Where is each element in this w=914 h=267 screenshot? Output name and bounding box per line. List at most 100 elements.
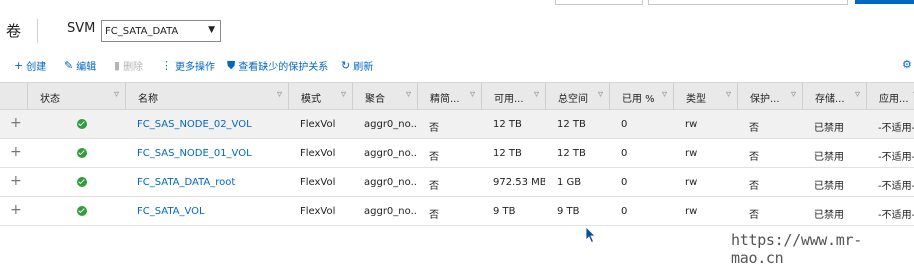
col-mode-label: 模式: [301, 94, 321, 105]
col-status[interactable]: 状态 ▿: [27, 83, 125, 109]
protect-label: 查看缺少的保护关系: [238, 62, 329, 73]
col-used-label: 已用 %: [622, 94, 655, 105]
col-type-label: 类型: [686, 94, 706, 105]
available-value: 12 TB: [493, 148, 522, 159]
total-value: 12 TB: [557, 148, 586, 159]
refresh-label: 刷新: [353, 62, 374, 73]
top-field-1[interactable]: [555, 0, 643, 5]
more-actions-button[interactable]: ⋮ 更多操作: [161, 58, 215, 74]
col-aggregate-label: 聚合: [365, 94, 385, 105]
storage-value: 已禁用: [814, 123, 844, 134]
top-action-button[interactable]: [855, 0, 914, 4]
dropdown-arrow-icon: ▼: [208, 25, 215, 35]
volume-name-link[interactable]: FC_SAS_NODE_01_VOL: [137, 148, 252, 159]
table-row[interactable]: + FC_SATA_VOL FlexVol aggr0_no... 否 9 TB…: [0, 197, 914, 226]
col-application-label: 应用...: [879, 94, 909, 105]
col-type[interactable]: 类型 ▿: [673, 83, 737, 109]
table-row[interactable]: + FC_SATA_DATA_root FlexVol aggr0_no... …: [0, 168, 914, 197]
col-protection[interactable]: 保护... ▿: [737, 83, 802, 109]
volume-name-link[interactable]: FC_SATA_DATA_root: [137, 177, 235, 188]
col-available[interactable]: 可用... ▿: [481, 83, 545, 109]
shield-icon: ⛊: [227, 58, 236, 72]
col-protection-label: 保护...: [750, 94, 780, 105]
gear-icon[interactable]: ⚙: [902, 58, 912, 71]
application-value: -不适用-: [878, 152, 914, 163]
more-vertical-icon: ⋮: [161, 58, 172, 72]
pencil-icon: ✎: [64, 58, 74, 72]
filter-icon[interactable]: ▿: [277, 89, 282, 100]
svm-selected-value: FC_SATA_DATA: [105, 26, 179, 37]
col-storage[interactable]: 存储... ▿: [802, 83, 866, 109]
col-application[interactable]: 应用...▿: [866, 83, 914, 109]
aggregate-value: aggr0_no...: [364, 119, 417, 130]
mode-value: FlexVol: [300, 206, 336, 217]
table-row[interactable]: + FC_SAS_NODE_02_VOL FlexVol aggr0_no...…: [0, 110, 914, 139]
filter-icon[interactable]: ▿: [726, 89, 731, 100]
aggregate-value: aggr0_no...: [364, 148, 417, 159]
available-value: 9 TB: [493, 206, 516, 217]
expand-icon[interactable]: +: [10, 173, 22, 189]
storage-value: 已禁用: [814, 152, 844, 163]
divider: [37, 19, 38, 43]
delete-button[interactable]: ▮ 删除: [114, 58, 143, 74]
aggregate-value: aggr0_no...: [364, 206, 417, 217]
filter-icon[interactable]: ▿: [598, 89, 603, 100]
col-total[interactable]: 总空间 ▿: [545, 83, 609, 109]
col-thin[interactable]: 精简... ▿: [417, 83, 481, 109]
col-total-label: 总空间: [558, 94, 588, 105]
top-bar: [0, 0, 914, 6]
plus-icon: +: [14, 58, 24, 72]
filter-icon[interactable]: ▿: [406, 89, 411, 100]
view-protection-button[interactable]: ⛊ 查看缺少的保护关系: [227, 58, 329, 74]
type-value: rw: [685, 119, 698, 130]
expand-icon[interactable]: +: [10, 202, 22, 218]
svm-select[interactable]: FC_SATA_DATA ▼: [101, 20, 221, 42]
watermark-text: https://www.mr-mao.cn: [731, 231, 862, 267]
toolbar: + 创建 ✎ 编辑 ▮ 删除 ⋮ 更多操作 ⛊ 查看缺少的保护关系 ↻ 刷新 ⚙: [0, 54, 914, 76]
thin-value: 否: [429, 152, 439, 163]
application-value: -不适用-: [878, 210, 914, 221]
table-header: 状态 ▿ 名称 ▿ 模式 ▿ 聚合 ▿ 精简... ▿ 可用... ▿ 总空间 ▿ 已用 % ▿…: [0, 82, 914, 110]
mode-value: FlexVol: [300, 148, 336, 159]
col-mode[interactable]: 模式 ▿: [288, 83, 352, 109]
edit-label: 编辑: [76, 62, 97, 73]
create-label: 创建: [26, 62, 47, 73]
top-search-field[interactable]: [648, 0, 848, 5]
used-value: 0: [621, 206, 628, 217]
col-aggregate[interactable]: 聚合 ▿: [352, 83, 417, 109]
expand-icon[interactable]: +: [10, 115, 22, 131]
filter-icon[interactable]: ▿: [470, 89, 475, 100]
filter-icon[interactable]: ▿: [534, 89, 539, 100]
total-value: 9 TB: [557, 206, 580, 217]
expand-icon[interactable]: +: [10, 144, 22, 160]
application-value: -不适用-: [878, 123, 914, 134]
thin-value: 否: [429, 181, 439, 192]
col-thin-label: 精简...: [430, 94, 460, 105]
filter-icon[interactable]: ▿: [791, 89, 796, 100]
total-value: 12 TB: [557, 119, 586, 130]
thin-value: 否: [429, 123, 439, 134]
filter-icon[interactable]: ▿: [341, 89, 346, 100]
create-button[interactable]: + 创建: [14, 58, 47, 74]
col-used-percent[interactable]: 已用 % ▿: [609, 83, 673, 109]
total-value: 1 GB: [557, 177, 582, 188]
volume-name-link[interactable]: FC_SAS_NODE_02_VOL: [137, 119, 252, 130]
col-name-label: 名称: [138, 94, 158, 105]
protection-value: 否: [749, 210, 759, 221]
table-row[interactable]: + FC_SAS_NODE_01_VOL FlexVol aggr0_no...…: [0, 139, 914, 168]
filter-icon[interactable]: ▿: [114, 89, 119, 100]
filter-icon[interactable]: ▿: [855, 89, 860, 100]
volume-name-link[interactable]: FC_SATA_VOL: [137, 206, 205, 217]
refresh-button[interactable]: ↻ 刷新: [341, 58, 374, 74]
col-status-label: 状态: [40, 94, 60, 105]
status-ok-icon: [77, 148, 87, 158]
aggregate-value: aggr0_no...: [364, 177, 417, 188]
edit-button[interactable]: ✎ 编辑: [64, 58, 97, 74]
filter-icon[interactable]: ▿: [662, 89, 667, 100]
application-value: -不适用-: [878, 181, 914, 192]
col-storage-label: 存储...: [815, 94, 845, 105]
status-ok-icon: [77, 119, 87, 129]
storage-value: 已禁用: [814, 210, 844, 221]
mode-value: FlexVol: [300, 119, 336, 130]
col-name[interactable]: 名称 ▿: [125, 83, 288, 109]
